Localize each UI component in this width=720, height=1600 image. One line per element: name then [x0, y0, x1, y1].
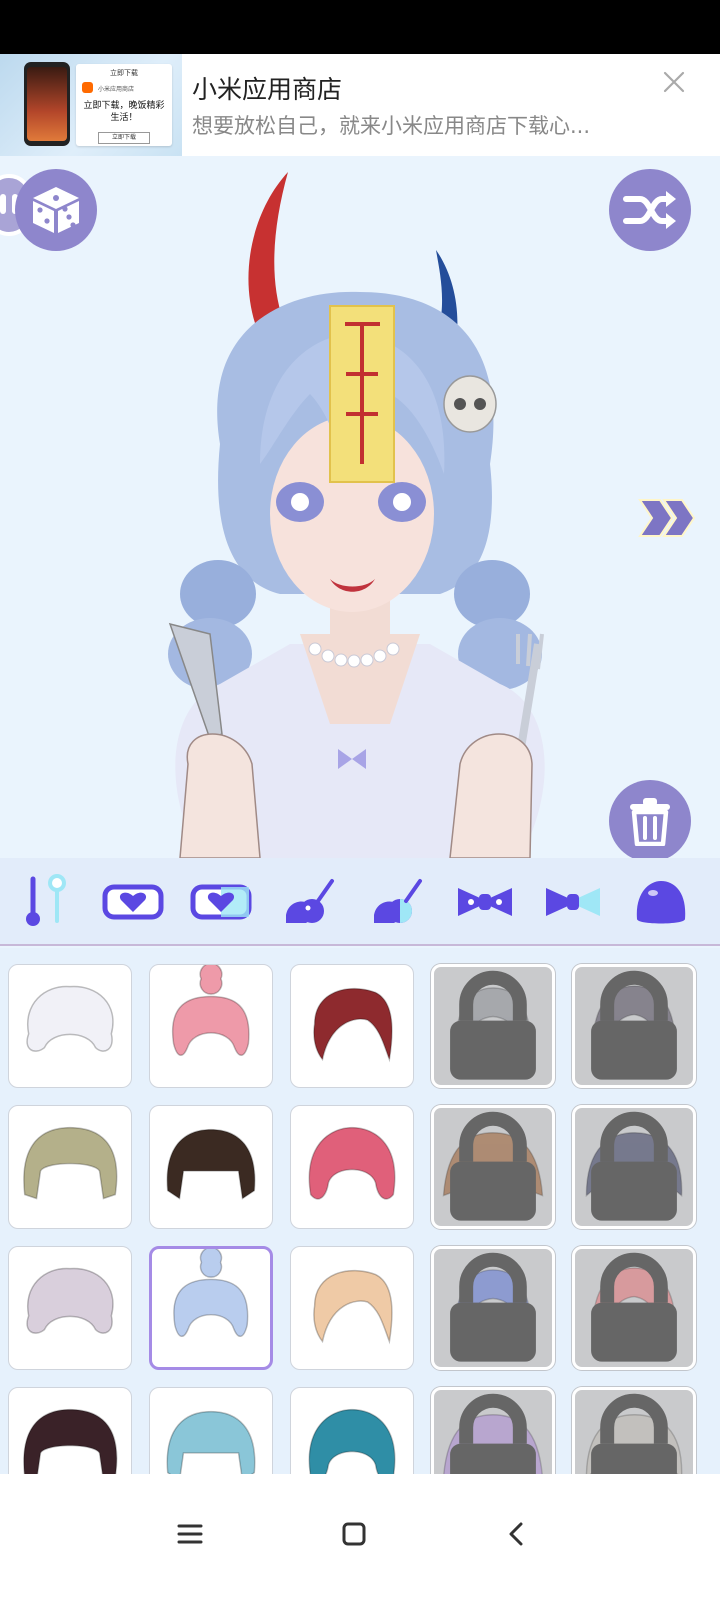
hair-style-preview: [313, 987, 393, 1063]
lock-icon: [591, 1252, 677, 1362]
random-dice-button[interactable]: [15, 169, 97, 251]
hair-item[interactable]: [149, 1246, 273, 1370]
character-preview: [0, 156, 720, 858]
lock-icon: [591, 1393, 677, 1474]
category-bomb[interactable]: [274, 872, 344, 932]
hair-item[interactable]: [149, 1387, 273, 1474]
ad-card-button[interactable]: 立即下载: [98, 132, 150, 144]
hair-item[interactable]: [290, 1246, 414, 1370]
hair-item[interactable]: [431, 1387, 555, 1474]
system-nav-bar: [0, 1474, 720, 1600]
hair-item[interactable]: [290, 964, 414, 1088]
hair-item[interactable]: [8, 964, 132, 1088]
category-heart-bar-dual[interactable]: [186, 872, 256, 932]
hair-style-preview: [23, 1126, 118, 1200]
ad-phone-graphic: [24, 62, 70, 146]
hair-item[interactable]: [290, 1387, 414, 1474]
hair-item[interactable]: [431, 964, 555, 1088]
shuffle-button[interactable]: [609, 169, 691, 251]
hair-item[interactable]: [431, 1246, 555, 1370]
hair-item[interactable]: [149, 964, 273, 1088]
close-icon[interactable]: [662, 70, 686, 94]
back-button[interactable]: [486, 1504, 546, 1564]
ad-thumbnail[interactable]: 立即下载 小米应用商店 立即下载，晚饭精彩生活！ 立即下载: [0, 54, 182, 156]
bomb-icon: [286, 879, 334, 923]
category-bow-dual[interactable]: [538, 872, 608, 932]
ad-card-tagline: 立即下载，晚饭精彩生活！: [83, 101, 165, 123]
hair-style-preview: [166, 1410, 256, 1474]
dice-icon: [33, 187, 79, 233]
double-chevron-right-icon[interactable]: [638, 496, 698, 540]
hair-style-preview: [313, 1269, 393, 1345]
bow-icon: [458, 888, 512, 916]
ad-banner[interactable]: 立即下载 小米应用商店 立即下载，晚饭精彩生活！ 立即下载 小米应用商店 想要放…: [0, 54, 720, 156]
hair-style-preview: [26, 1267, 114, 1334]
slider-icon: [26, 874, 66, 926]
home-button[interactable]: [324, 1504, 384, 1564]
home-square-icon: [342, 1522, 366, 1546]
ad-card-store: 小米应用商店: [98, 86, 135, 93]
ad-description[interactable]: 想要放松自己，就来小米应用商店下载心...: [192, 110, 642, 140]
back-chevron-icon: [509, 1522, 523, 1546]
hair-item[interactable]: [8, 1246, 132, 1370]
lock-icon: [591, 970, 677, 1080]
ad-title[interactable]: 小米应用商店: [192, 70, 342, 106]
lock-icon: [450, 1393, 536, 1474]
hair-style-preview: [308, 1408, 396, 1474]
lock-icon: [591, 1111, 677, 1221]
delete-button[interactable]: [609, 780, 691, 858]
hair-style-preview: [173, 1249, 249, 1338]
category-bow[interactable]: [450, 872, 520, 932]
ad-card: 立即下载 小米应用商店 立即下载，晚饭精彩生活！ 立即下载: [76, 64, 172, 146]
store-logo-icon: [82, 82, 93, 93]
hair-style-preview: [26, 985, 114, 1052]
hair-style-preview: [23, 1408, 118, 1474]
hair-style-preview: [166, 1128, 256, 1200]
lock-icon: [450, 1111, 536, 1221]
lock-icon: [450, 1252, 536, 1362]
category-toolbar: [0, 858, 720, 946]
hair-item[interactable]: [431, 1105, 555, 1229]
heart-bar-icon: [102, 884, 164, 920]
ad-card-header: 立即下载: [110, 69, 138, 77]
menu-button[interactable]: [160, 1504, 220, 1564]
hair-item[interactable]: [572, 964, 696, 1088]
category-bomb-dual[interactable]: [362, 872, 432, 932]
hair-item[interactable]: [149, 1105, 273, 1229]
hair-item[interactable]: [8, 1105, 132, 1229]
hair-style-preview: [308, 1126, 396, 1200]
blob-icon: [636, 881, 686, 924]
app-screen: 立即下载 小米应用商店 立即下载，晚饭精彩生活！ 立即下载 小米应用商店 想要放…: [0, 0, 720, 1600]
hair-item[interactable]: [8, 1387, 132, 1474]
heart-bar-dual-icon: [190, 884, 252, 920]
bow-dual-icon: [546, 888, 600, 916]
character-avatar: [168, 172, 545, 858]
hair-style-preview: [171, 965, 250, 1056]
status-bar: [0, 0, 720, 54]
lock-icon: [450, 970, 536, 1080]
trash-icon: [630, 798, 670, 846]
hair-item[interactable]: [572, 1105, 696, 1229]
menu-icon: [177, 1524, 203, 1544]
hair-item-grid: [0, 948, 720, 1474]
hair-item[interactable]: [572, 1387, 696, 1474]
category-slider[interactable]: [10, 872, 80, 932]
shuffle-icon: [623, 191, 676, 229]
category-heart-bar[interactable]: [98, 872, 168, 932]
hair-item[interactable]: [572, 1246, 696, 1370]
bomb-dual-icon: [374, 879, 422, 923]
hair-item[interactable]: [290, 1105, 414, 1229]
category-blob[interactable]: [626, 872, 696, 932]
